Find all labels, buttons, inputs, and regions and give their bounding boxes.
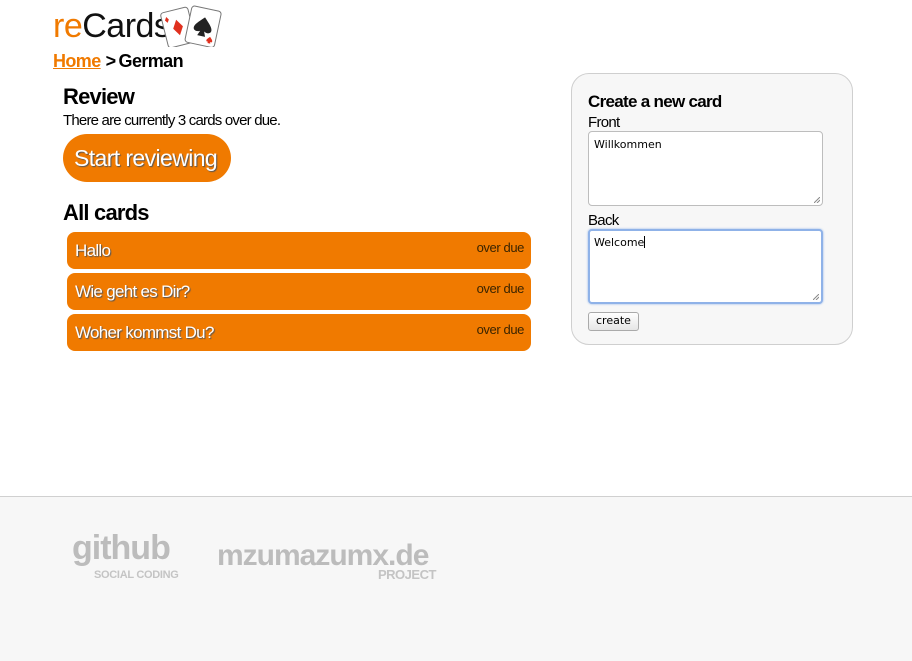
resize-handle-icon[interactable]: [814, 197, 820, 203]
breadcrumb-current: German: [118, 51, 184, 71]
review-title: Review: [63, 84, 135, 109]
mzumazumx-tagline: PROJECT: [378, 567, 436, 582]
card-front-text: Wie geht es Dir?: [75, 282, 190, 301]
front-label: Front: [588, 114, 620, 131]
front-textarea[interactable]: Willkommen: [588, 131, 823, 206]
create-card-title: Create a new card: [588, 92, 722, 111]
back-textarea[interactable]: Welcome: [588, 229, 823, 304]
card-item[interactable]: Hallo over due: [67, 232, 531, 269]
text-caret: [644, 236, 646, 248]
back-textarea-value: Welcome: [594, 236, 645, 249]
card-front-text: Hallo: [75, 241, 111, 260]
resize-handle-icon[interactable]: [813, 294, 819, 300]
github-tagline: SOCIAL CODING: [94, 569, 179, 581]
card-item[interactable]: Woher kommst Du? over due: [67, 314, 531, 351]
card-status-badge: over due: [476, 281, 525, 296]
all-cards-title: All cards: [63, 200, 150, 225]
footer: github SOCIAL CODING mzumazumx.de PROJEC…: [0, 496, 912, 661]
breadcrumb: Home > German: [53, 51, 184, 72]
playing-cards-icon: [160, 5, 222, 47]
review-section: Review There are currently 3 cards over …: [63, 84, 543, 182]
card-item[interactable]: Wie geht es Dir? over due: [67, 273, 531, 310]
create-card-panel: Create a new card Front Willkommen Back …: [571, 73, 853, 345]
start-reviewing-button[interactable]: Start reviewing: [63, 134, 232, 182]
front-textarea-value: Willkommen: [594, 138, 662, 151]
breadcrumb-separator: >: [105, 51, 117, 71]
create-button[interactable]: create: [588, 312, 639, 331]
github-logo-link[interactable]: github: [72, 531, 171, 565]
card-status-badge: over due: [476, 240, 525, 255]
card-status-badge: over due: [476, 322, 525, 337]
logo-wordmark: reCards: [53, 6, 171, 46]
breadcrumb-home-link[interactable]: Home: [53, 51, 101, 71]
card-list: Hallo over due Wie geht es Dir? over due…: [67, 232, 531, 355]
back-label: Back: [588, 212, 619, 229]
card-front-text: Woher kommst Du?: [75, 323, 214, 342]
logo-re: re: [53, 7, 83, 45]
overdue-count-text: There are currently 3 cards over due.: [63, 112, 281, 129]
